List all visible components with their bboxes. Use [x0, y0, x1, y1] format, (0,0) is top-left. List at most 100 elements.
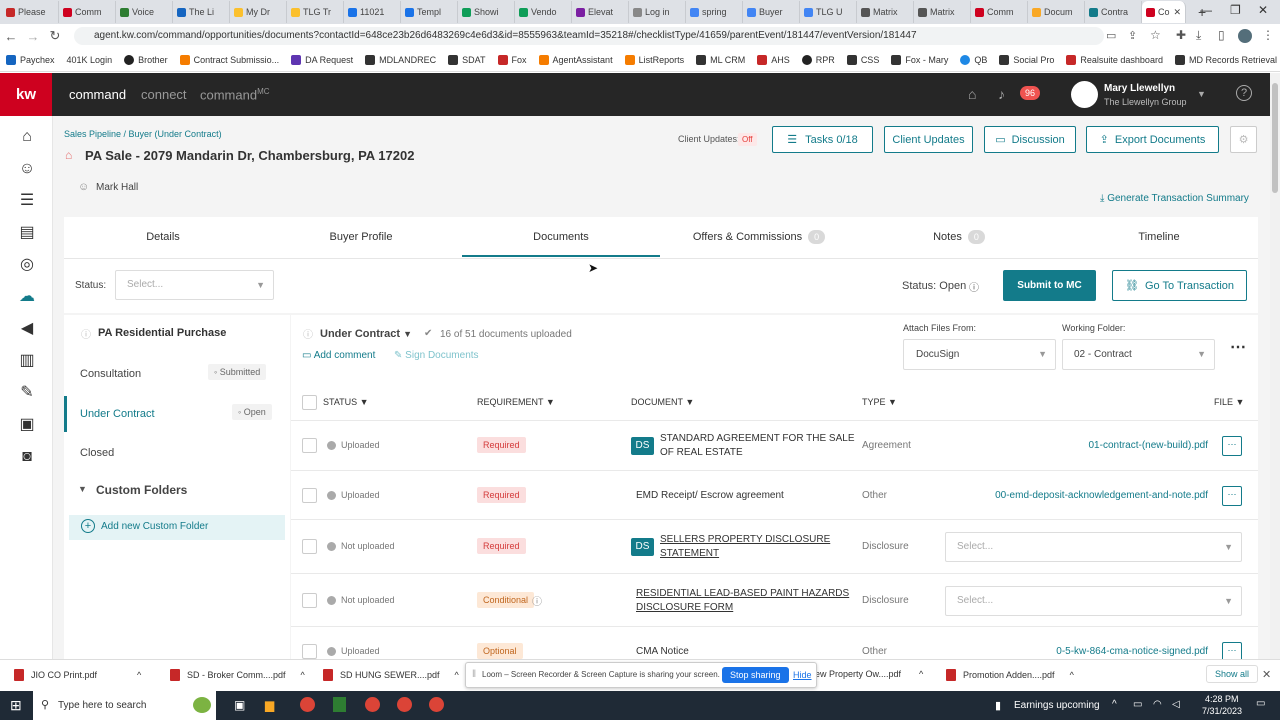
row-menu-button[interactable]: ⋯ [1222, 642, 1242, 659]
document-name[interactable]: SELLERS PROPERTY DISCLOSURE STATEMENT [660, 533, 835, 561]
close-icon[interactable]: ✕ [1262, 668, 1271, 681]
add-custom-folder-button[interactable]: + Add new Custom Folder [69, 515, 285, 540]
network-icon[interactable]: ▭ [1133, 699, 1142, 710]
stage-consultation[interactable]: Consultation ◦ Submitted [64, 356, 290, 392]
table-row[interactable]: Uploaded Required EMD Receipt/ Escrow ag… [291, 470, 1258, 519]
file-link[interactable]: 00-emd-deposit-acknowledgement-and-note.… [995, 490, 1208, 501]
working-folder-select[interactable]: 02 - Contract ▼ [1062, 339, 1215, 370]
bookmark-item[interactable]: ListReports [624, 54, 684, 65]
forms-icon[interactable]: ▤ [17, 224, 37, 242]
tab-timeline[interactable]: Timeline [1060, 217, 1258, 257]
generate-summary-link[interactable]: ⤓ Generate Transaction Summary [1100, 193, 1249, 204]
sign-documents-link[interactable]: ✎ Sign Documents [394, 350, 479, 361]
status-select[interactable]: Select... ▼ [115, 270, 274, 300]
browser-tab[interactable]: Templ [401, 1, 458, 23]
browser-tab[interactable]: Please [2, 1, 59, 23]
drag-handle-icon[interactable]: ‖ [472, 669, 476, 680]
browser-tab[interactable]: Showi [458, 1, 515, 23]
go-to-transaction-button[interactable]: ⛓ Go To Transaction [1112, 270, 1247, 301]
forward-icon[interactable]: → [22, 29, 44, 44]
tasks-icon[interactable]: ☰ [17, 192, 37, 210]
table-row[interactable]: Uploaded Required DS STANDARD AGREEMENT … [291, 420, 1258, 470]
profile-avatar-icon[interactable] [1238, 29, 1252, 43]
document-name[interactable]: RESIDENTIAL LEAD-BASED PAINT HAZARDS DIS… [636, 587, 851, 615]
column-header-file[interactable]: FILE ▼ [1214, 397, 1244, 407]
page-scrollbar[interactable] [1270, 73, 1280, 659]
chevron-up-icon[interactable]: ^ [137, 670, 141, 680]
chevron-down-icon[interactable]: ▼ [1197, 89, 1206, 99]
bookmark-item[interactable]: CSS [846, 54, 879, 65]
url-field[interactable]: agent.kw.com/command/opportunities/docum… [74, 27, 1104, 45]
browser-tab[interactable]: TLG U [800, 1, 857, 23]
file-link[interactable]: 01-contract-(new-build).pdf [1089, 440, 1209, 451]
stage-under-contract[interactable]: Under Contract ◦ Open [64, 396, 290, 432]
tab-details[interactable]: Details [64, 217, 262, 257]
avatar[interactable] [1071, 81, 1098, 108]
caret-down-icon[interactable]: ▼ [78, 484, 87, 494]
chrome-icon[interactable] [300, 697, 315, 712]
chevron-up-icon[interactable]: ^ [455, 670, 459, 680]
document-name[interactable]: STANDARD AGREEMENT FOR THE SALE OF REAL … [660, 432, 870, 460]
settings-button[interactable]: ⚙ [1230, 126, 1257, 153]
browser-tab[interactable]: Matrix [914, 1, 971, 23]
nav-command[interactable]: command [69, 87, 126, 102]
cast-icon[interactable]: ▭ [1106, 29, 1116, 42]
bookmark-star-icon[interactable]: ☆ [1150, 28, 1161, 42]
close-window-icon[interactable]: ✕ [1258, 3, 1268, 17]
row-checkbox[interactable] [302, 539, 317, 554]
clock-date[interactable]: 7/31/2023 [1202, 706, 1242, 716]
column-header-type[interactable]: TYPE ▼ [862, 397, 897, 407]
notification-center-icon[interactable]: ▭ [1256, 698, 1265, 709]
sidebar-toggle-icon[interactable]: ▯ [1218, 28, 1225, 42]
back-icon[interactable]: ← [0, 29, 22, 44]
download-item[interactable]: SD HUNG SEWER....pdf ^ [323, 669, 459, 681]
tab-documents[interactable]: Documents [462, 217, 660, 257]
windows-start-icon[interactable]: ⊞ [10, 697, 22, 714]
bookmark-item[interactable]: Fox [497, 54, 527, 65]
stop-sharing-button[interactable]: Stop sharing [722, 667, 789, 683]
chrome-icon[interactable] [397, 697, 412, 712]
bookmark-item[interactable]: ML CRM [696, 54, 745, 65]
download-item[interactable]: SD - Broker Comm....pdf ^ [170, 669, 305, 681]
row-checkbox[interactable] [302, 438, 317, 453]
bookmark-item[interactable]: AHS [757, 54, 790, 65]
client-updates-button[interactable]: Client Updates [884, 126, 973, 153]
client-updates-toggle[interactable]: Off [738, 133, 757, 146]
chevron-up-icon[interactable]: ^ [1070, 670, 1074, 680]
browser-tab[interactable]: Vendo [515, 1, 572, 23]
insights-icon[interactable]: ▥ [17, 352, 37, 370]
help-icon[interactable]: ? [1236, 85, 1252, 101]
browser-tab[interactable]: TLG Tr [287, 1, 344, 23]
bookmark-item[interactable]: Paychex [6, 54, 55, 65]
volume-icon[interactable]: ◁ [1172, 699, 1180, 710]
row-checkbox[interactable] [302, 488, 317, 503]
chevron-up-icon[interactable]: ^ [301, 670, 305, 680]
bookmark-item[interactable]: AgentAssistant [538, 54, 613, 65]
tray-chevron-icon[interactable]: ^ [1112, 699, 1117, 710]
show-all-button[interactable]: Show all [1206, 665, 1259, 683]
tasks-button[interactable]: ☰ Tasks 0/18 [772, 126, 873, 153]
browser-menu-icon[interactable]: ⋮ [1262, 28, 1274, 42]
download-item[interactable]: JIO CO Print.pdf ^ [14, 669, 141, 681]
browser-tab[interactable]: Matrix [857, 1, 914, 23]
contact-name[interactable]: Mark Hall [96, 182, 138, 193]
designs-icon[interactable]: ✎ [17, 384, 37, 402]
file-select[interactable]: Select... ▼ [945, 586, 1242, 616]
download-item[interactable]: ew Property Ow....pdf ^ [815, 669, 923, 679]
weather-text[interactable]: Earnings upcoming [1014, 700, 1100, 711]
submit-to-mc-button[interactable]: Submit to MC [1003, 270, 1096, 301]
task-view-icon[interactable]: ▣ [234, 698, 245, 712]
column-header-document[interactable]: DOCUMENT ▼ [631, 397, 694, 407]
browser-tab[interactable]: 11021 [344, 1, 401, 23]
bookmark-item[interactable]: Contract Submissio... [179, 54, 279, 65]
column-header-status[interactable]: STATUS ▼ [323, 397, 369, 407]
row-checkbox[interactable] [302, 644, 317, 659]
location-icon[interactable]: ◎ [17, 256, 37, 274]
bookmark-item[interactable]: SDAT [448, 54, 486, 65]
column-header-requirement[interactable]: REQUIREMENT ▼ [477, 397, 555, 407]
bookmark-item[interactable]: Fox - Mary [891, 54, 948, 65]
table-row[interactable]: Uploaded Optional CMA Notice Other 0-5-k… [291, 626, 1258, 659]
excel-icon[interactable] [333, 697, 346, 712]
wifi-icon[interactable]: ◠ [1153, 699, 1162, 710]
store-icon[interactable]: ⌂ [968, 86, 976, 102]
